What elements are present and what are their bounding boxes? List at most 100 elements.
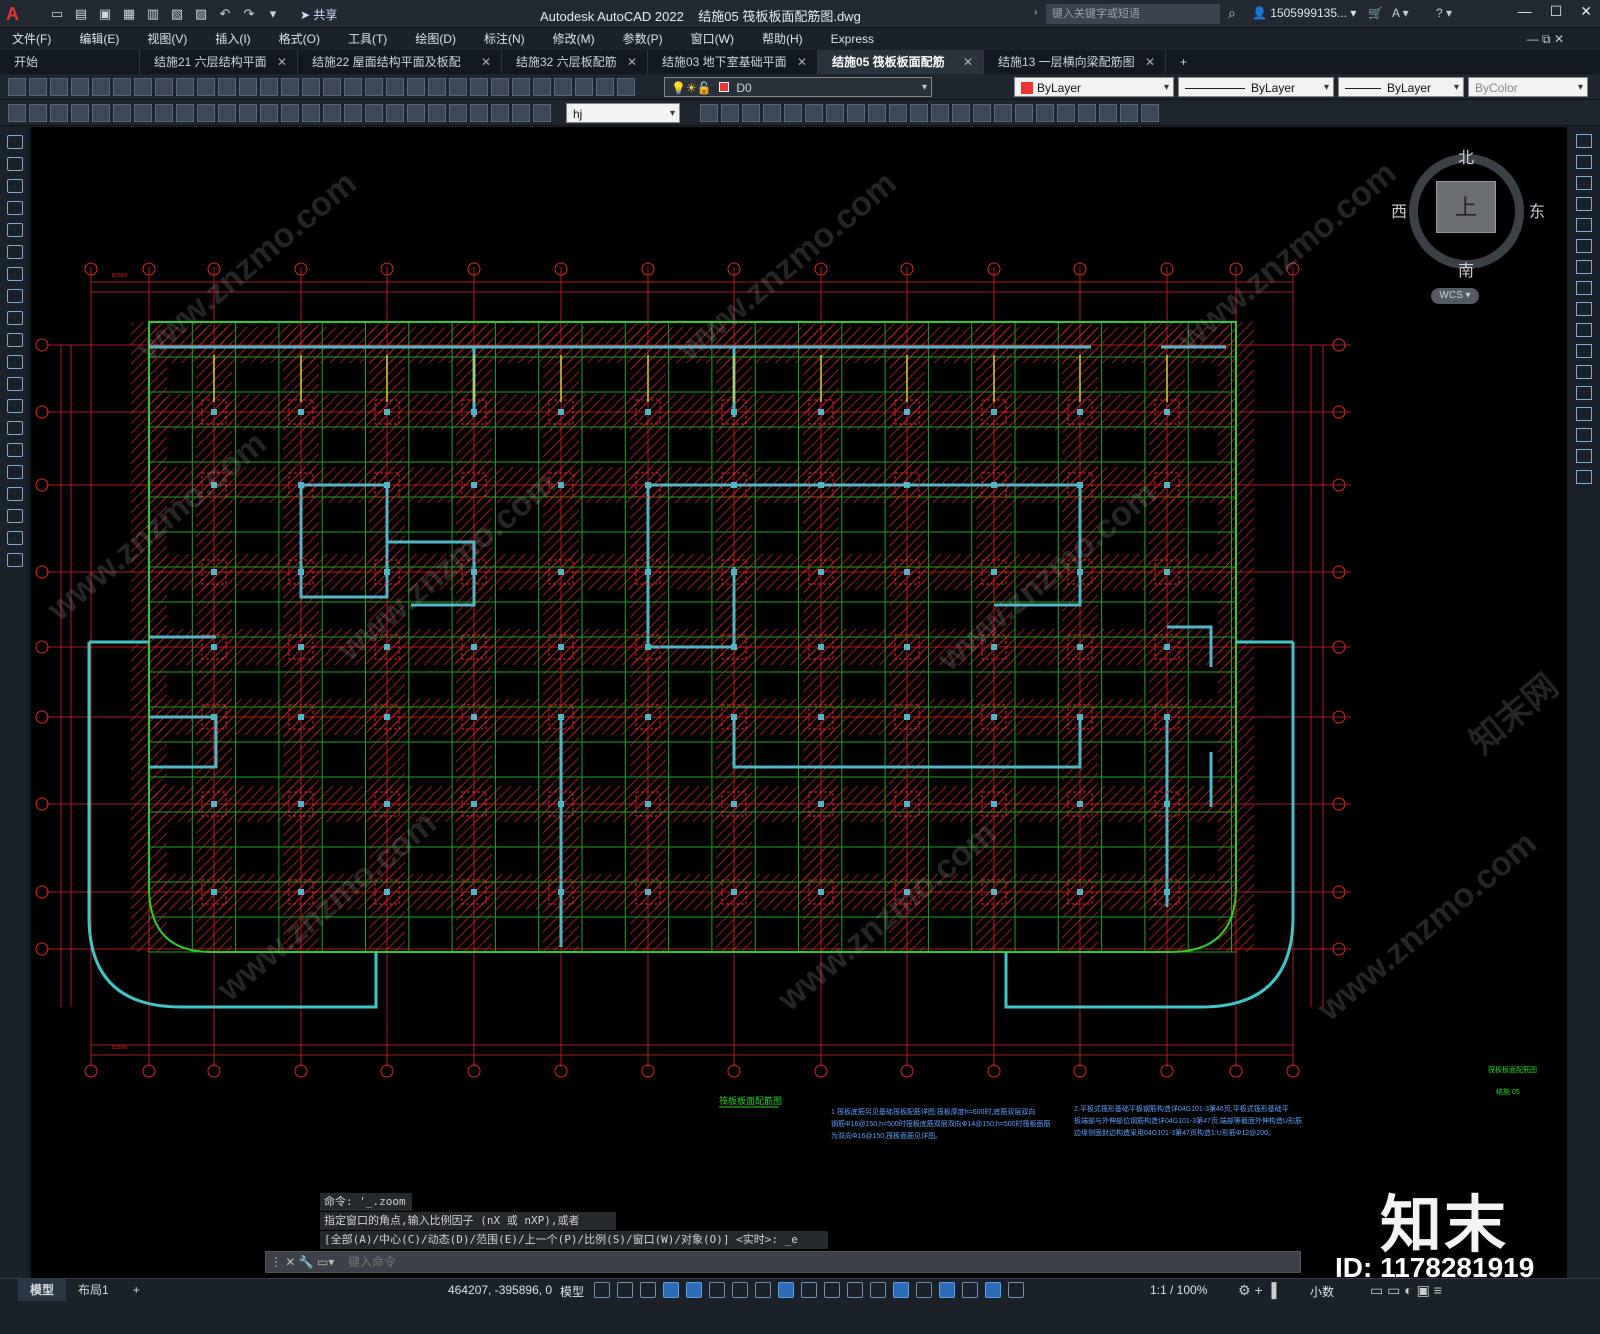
toolbar-tool-icon[interactable] [973,104,991,122]
tool-icon[interactable] [1576,239,1592,253]
tool-icon[interactable] [1576,302,1592,316]
tab-close-icon[interactable]: ✕ [963,50,973,74]
infer-constraints-icon[interactable] [640,1282,656,1298]
menu-format[interactable]: 格式(O) [279,28,320,50]
linetype-combo[interactable]: ByLayer ▾ [1178,77,1334,97]
object-snap-icon[interactable] [778,1282,794,1298]
menu-modify[interactable]: 修改(M) [553,28,595,50]
help-icon[interactable]: ? ▾ [1436,6,1452,20]
toolbar-tool-icon[interactable] [8,78,26,96]
new-icon[interactable]: ▭ [48,5,66,23]
tool-icon[interactable] [1576,386,1592,400]
plotstyle-combo[interactable]: ByColor ▾ [1468,77,1588,97]
dynamic-ucs-icon[interactable] [893,1282,909,1298]
toolbar-tool-icon[interactable] [784,104,802,122]
toolbar-tool-icon[interactable] [554,78,572,96]
toolbar-tool-icon[interactable] [260,78,278,96]
toolbar-tool-icon[interactable] [1099,104,1117,122]
menu-edit[interactable]: 编辑(E) [79,28,119,50]
toolbar-tool-icon[interactable] [952,104,970,122]
tool-icon[interactable] [7,531,23,545]
tab-file-05[interactable]: 结施05 筏板板面配筋图*✕ [818,50,984,93]
toolbar-tool-icon[interactable] [805,104,823,122]
toolbar-tool-icon[interactable] [449,104,467,122]
open-icon[interactable]: ▤ [72,5,90,23]
toolbar-tool-icon[interactable] [575,78,593,96]
tool-icon[interactable] [7,355,23,369]
web-icon[interactable]: ▧ [168,5,186,23]
toolbar-tool-icon[interactable] [596,78,614,96]
selection-filter-icon[interactable] [916,1282,932,1298]
menu-express[interactable]: Express [831,28,874,50]
toolbar-tool-icon[interactable] [428,104,446,122]
toolbar-tool-icon[interactable] [889,104,907,122]
toolbar-tool-icon[interactable] [491,78,509,96]
maximize-icon[interactable]: ☐ [1550,3,1563,20]
toolbar-tool-icon[interactable] [847,104,865,122]
tool-icon[interactable] [7,487,23,501]
selection-cycling-icon[interactable] [847,1282,863,1298]
auto-scale-icon[interactable] [985,1282,1001,1298]
compass-south[interactable]: 南 [1458,257,1474,281]
wcs-menu[interactable]: WCS ▾ [1431,288,1479,304]
toolbar-tool-icon[interactable] [218,78,236,96]
object-snap-tracking-icon[interactable] [755,1282,771,1298]
command-line-controls[interactable]: ⋮ ✕ 🔧 ▭▾ [270,1255,334,1269]
toolbar-tool-icon[interactable] [176,78,194,96]
status-tray-icons[interactable]: ▭ ▭ ◐ ▣ ≡ [1370,1282,1442,1299]
toolbar-tool-icon[interactable] [218,104,236,122]
tool-icon[interactable] [1576,365,1592,379]
tool-icon[interactable] [1576,449,1592,463]
toolbar-tool-icon[interactable] [533,104,551,122]
annotation-scale-icon[interactable] [1008,1282,1024,1298]
compass-west[interactable]: 西 [1391,198,1407,222]
drawing-canvas[interactable]: 115900 115900 筏板板面配筋图 1.筏板底筋另见基础筏板配筋详图;筏板厚度… [31,127,1567,1279]
toolbar-tool-icon[interactable] [50,104,68,122]
menu-draw[interactable]: 绘图(D) [415,28,456,50]
redo-icon[interactable]: ↷ [240,5,258,23]
tool-icon[interactable] [1576,407,1592,421]
lineweight-icon[interactable] [801,1282,817,1298]
viewcube[interactable]: 上 北 南 东 西 [1391,140,1545,310]
toolbar-tool-icon[interactable] [1120,104,1138,122]
tool-icon[interactable] [7,157,23,171]
toolbar-tool-icon[interactable] [323,78,341,96]
toolbar-tool-icon[interactable] [260,104,278,122]
toolbar-tool-icon[interactable] [239,104,257,122]
add-layout-button[interactable]: + [121,1279,152,1301]
toolbar-tool-icon[interactable] [386,104,404,122]
customize-qat-icon[interactable]: ▾ [264,5,282,23]
toolbar-tool-icon[interactable] [533,78,551,96]
toolbar-tool-icon[interactable] [386,78,404,96]
tab-start[interactable]: 开始 [0,50,140,74]
toolbar-tool-icon[interactable] [113,104,131,122]
toolbar-tool-icon[interactable] [1141,104,1159,122]
toolbar-tool-icon[interactable] [344,104,362,122]
tool-icon[interactable] [7,465,23,479]
tool-icon[interactable] [7,399,23,413]
menu-dimension[interactable]: 标注(N) [484,28,525,50]
toolbar-tool-icon[interactable] [365,104,383,122]
toolbar-tool-icon[interactable] [92,104,110,122]
toolbar-tool-icon[interactable] [491,104,509,122]
gizmo-icon[interactable] [939,1282,955,1298]
toolbar-tool-icon[interactable] [826,104,844,122]
snap-icon[interactable] [617,1282,633,1298]
tool-icon[interactable] [1576,428,1592,442]
tab-close-icon[interactable]: ✕ [1145,50,1155,74]
toolbar-tool-icon[interactable] [155,78,173,96]
toolbar-tool-icon[interactable] [700,104,718,122]
command-input[interactable] [348,1254,1248,1270]
toolbar-tool-icon[interactable] [994,104,1012,122]
isometric-icon[interactable] [732,1282,748,1298]
tool-icon[interactable] [1576,281,1592,295]
toolbar-tool-icon[interactable] [8,104,26,122]
share-button[interactable]: ➤ 共享 [300,6,337,23]
menu-tools[interactable]: 工具(T) [348,28,387,50]
menu-view[interactable]: 视图(V) [147,28,187,50]
transparency-icon[interactable] [824,1282,840,1298]
toolbar-tool-icon[interactable] [29,78,47,96]
toolbar-tool-icon[interactable] [134,104,152,122]
ortho-icon[interactable] [686,1282,702,1298]
toolbar-tool-icon[interactable] [29,104,47,122]
